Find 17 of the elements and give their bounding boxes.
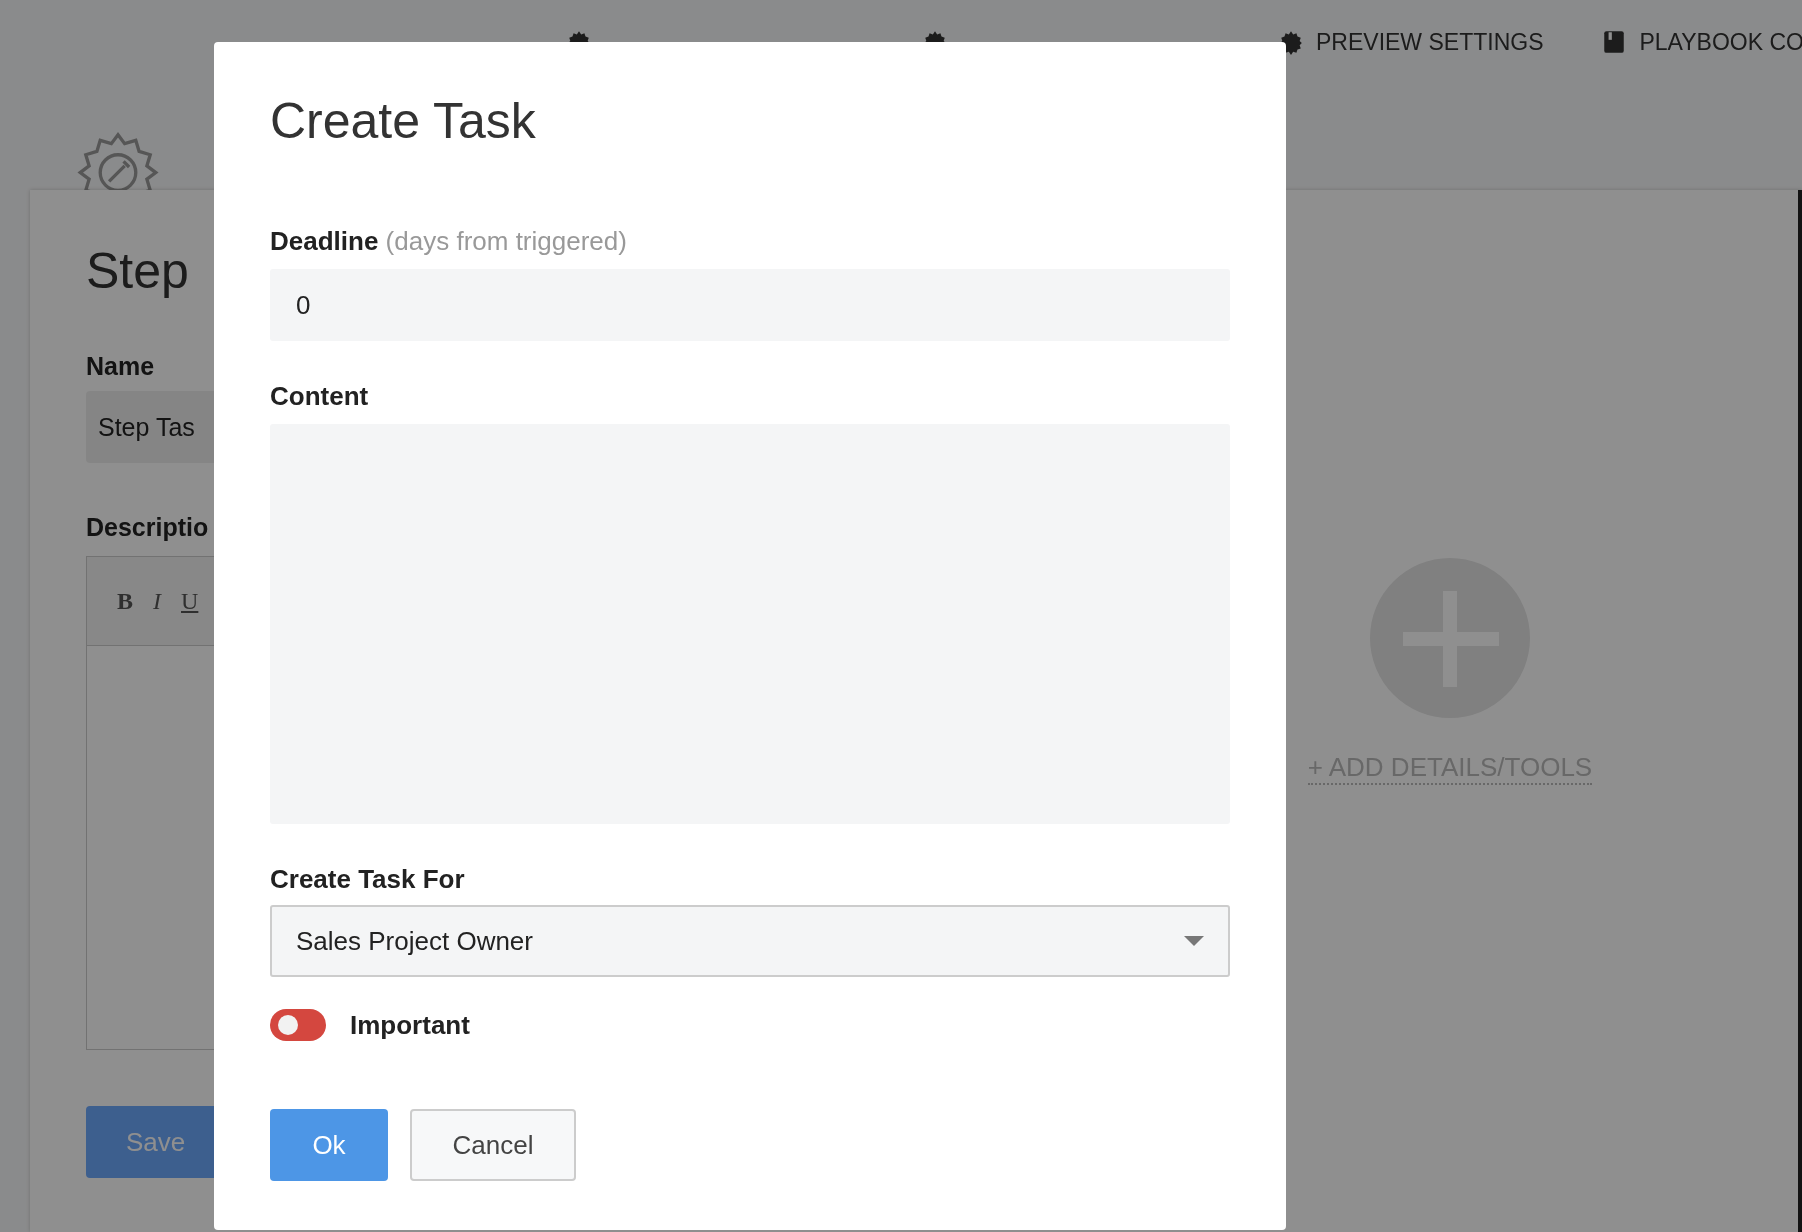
important-label: Important [350,1009,470,1041]
cancel-button[interactable]: Cancel [410,1109,576,1181]
dialog-title: Create Task [270,92,537,150]
owner-dropdown[interactable]: Sales Project Owner [270,905,1230,977]
step-title: Step [86,242,190,300]
description-label: Descriptio [86,513,210,542]
important-toggle[interactable] [270,1009,326,1041]
format-button[interactable]: B [117,587,133,615]
nav-link[interactable]: PLAYBOOK CO [1639,28,1802,56]
ok-button[interactable]: Ok [270,1109,388,1181]
deadline-field[interactable]: 0 [270,269,1230,341]
caret-icon [1184,936,1204,946]
name-label: Name [86,352,156,381]
format-button[interactable]: U [181,587,199,615]
deadline-label: Deadline (days from triggered) [270,226,628,257]
format-button[interactable]: I [153,587,161,615]
nav-link[interactable]: PREVIEW SETTINGS [1316,28,1544,56]
